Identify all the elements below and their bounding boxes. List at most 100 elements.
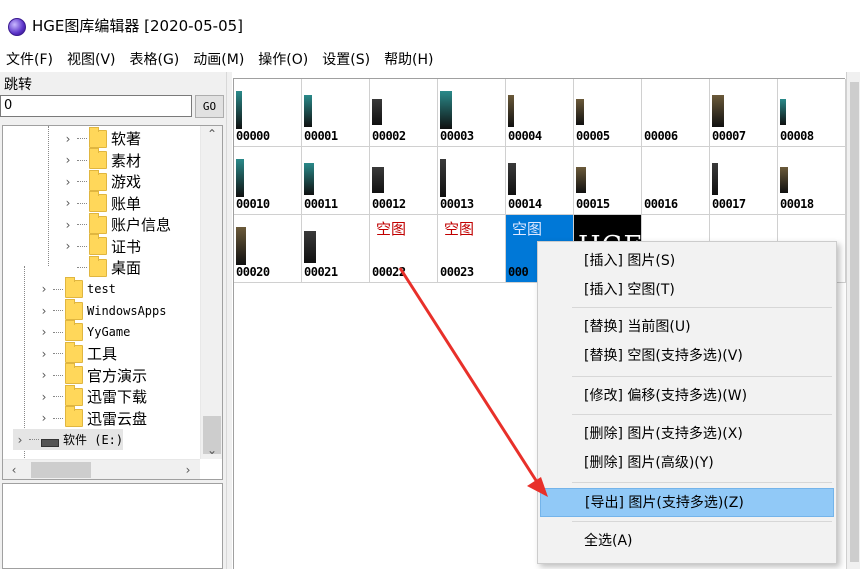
grid-cell[interactable]: 00013 xyxy=(438,147,506,215)
grid-cell[interactable]: 00012 xyxy=(370,147,438,215)
folder-icon xyxy=(65,341,83,363)
panel-splitter[interactable] xyxy=(226,72,232,569)
tree-item[interactable]: › 迅雷云盘 xyxy=(37,406,147,429)
menu-bar: 文件(F) 视图(V) 表格(G) 动画(M) 操作(O) 设置(S) 帮助(H… xyxy=(0,48,860,72)
grid-cell[interactable]: 00016 xyxy=(642,147,710,215)
tree-item[interactable]: › 软件 (E:) xyxy=(13,429,124,450)
ctx-replace-empty[interactable]: [替换] 空图(支持多选)(V) xyxy=(540,342,834,371)
menu-view[interactable]: 视图(V) xyxy=(61,48,124,72)
grid-cell[interactable]: 00017 xyxy=(710,147,778,215)
grid-cell[interactable]: 00008 xyxy=(778,79,846,147)
tree-item[interactable]: › WindowsApps xyxy=(37,298,166,321)
ctx-replace-current[interactable]: [替换] 当前图(U) xyxy=(540,313,834,342)
chevron-right-icon[interactable]: › xyxy=(61,218,75,232)
grid-cell[interactable]: 00014 xyxy=(506,147,574,215)
window-title: HGE图库编辑器 [2020-05-05] xyxy=(32,17,244,35)
ctx-modify-offset[interactable]: [修改] 偏移(支持多选)(W) xyxy=(540,382,834,411)
ctx-export-image[interactable]: [导出] 图片(支持多选)(Z) xyxy=(540,488,834,517)
tree-connector xyxy=(53,288,63,290)
grid-cell[interactable]: 00011 xyxy=(302,147,370,215)
chevron-right-icon[interactable]: › xyxy=(37,390,51,404)
tree-item[interactable]: › 证书 xyxy=(61,234,141,257)
tree-item[interactable]: › 软著 xyxy=(61,126,141,149)
scroll-right-icon[interactable]: › xyxy=(179,460,197,479)
grid-cell[interactable]: 空图 00022 xyxy=(370,215,438,283)
folder-icon xyxy=(89,234,107,255)
cell-index: 00021 xyxy=(304,265,338,279)
chevron-right-icon[interactable]: › xyxy=(61,153,75,167)
tree-item-label: YyGame xyxy=(87,325,131,339)
chevron-right-icon[interactable]: › xyxy=(61,175,75,189)
chevron-right-icon[interactable]: › xyxy=(37,282,51,296)
tree-item[interactable]: › 账户信息 xyxy=(61,212,172,235)
menu-animation[interactable]: 动画(M) xyxy=(187,48,252,72)
context-menu: [插入] 图片(S) [插入] 空图(T) [替换] 当前图(U) [替换] 空图(支… xyxy=(537,241,837,564)
menu-separator xyxy=(572,521,832,522)
tree-item[interactable]: 桌面 xyxy=(61,255,141,278)
grid-cell[interactable]: 空图 00023 xyxy=(438,215,506,283)
tree-item[interactable]: › 官方演示 xyxy=(37,363,147,386)
grid-cell[interactable]: 00020 xyxy=(234,215,302,283)
grid-cell[interactable]: 00000 xyxy=(234,79,302,147)
menu-file[interactable]: 文件(F) xyxy=(0,48,61,72)
chevron-right-icon[interactable]: › xyxy=(61,239,75,253)
menu-settings[interactable]: 设置(S) xyxy=(316,48,378,72)
tree-item-label: 账户信息 xyxy=(111,216,172,234)
chevron-right-icon[interactable]: › xyxy=(37,325,51,339)
tree-connector xyxy=(77,159,87,161)
tree-connector xyxy=(77,267,87,268)
grid-cell[interactable]: 00004 xyxy=(506,79,574,147)
folder-icon xyxy=(65,406,83,427)
ctx-insert-empty[interactable]: [插入] 空图(T) xyxy=(540,276,834,305)
tree-vertical-scrollbar[interactable]: ⌃ ⌄ xyxy=(200,126,222,459)
menu-table[interactable]: 表格(G) xyxy=(124,48,188,72)
sprite-thumbnail xyxy=(508,163,516,195)
scroll-up-icon[interactable]: ⌃ xyxy=(201,126,222,143)
folder-tree: › 软著 › 素材 › 游戏 › 账单 › 账户信息 › 证书 桌面 › test › WindowsApps ›… xyxy=(2,125,223,480)
chevron-right-icon[interactable]: › xyxy=(37,304,51,318)
grid-vscroll-thumb[interactable] xyxy=(850,82,859,562)
grid-cell[interactable]: 00005 xyxy=(574,79,642,147)
ctx-insert-image[interactable]: [插入] 图片(S) xyxy=(540,247,834,276)
tree-item[interactable]: › 账单 xyxy=(61,191,141,214)
sprite-thumbnail xyxy=(440,91,452,129)
tree-connector xyxy=(77,245,87,247)
grid-cell[interactable]: 00001 xyxy=(302,79,370,147)
menu-operation[interactable]: 操作(O) xyxy=(252,48,316,72)
jump-input[interactable]: 0 xyxy=(0,95,192,117)
tree-item[interactable]: › 游戏 xyxy=(61,169,141,192)
tree-item[interactable]: › 素材 xyxy=(61,148,141,171)
scroll-left-icon[interactable]: ‹ xyxy=(5,460,23,479)
menu-help[interactable]: 帮助(H) xyxy=(378,48,441,72)
chevron-right-icon[interactable]: › xyxy=(61,196,75,210)
tree-item[interactable]: › YyGame xyxy=(37,320,131,343)
scroll-down-icon[interactable]: ⌄ xyxy=(201,442,222,459)
grid-cell[interactable]: 00002 xyxy=(370,79,438,147)
grid-cell[interactable]: 00018 xyxy=(778,147,846,215)
grid-cell[interactable]: 00015 xyxy=(574,147,642,215)
go-button[interactable]: GO xyxy=(195,95,224,118)
ctx-select-all[interactable]: 全选(A) xyxy=(540,527,834,556)
grid-cell[interactable]: 00010 xyxy=(234,147,302,215)
grid-cell[interactable]: 00021 xyxy=(302,215,370,283)
sprite-thumbnail xyxy=(712,95,724,127)
tree-item-label: 迅雷下载 xyxy=(87,388,148,406)
cell-index: 00002 xyxy=(372,129,406,143)
ctx-delete-advanced[interactable]: [删除] 图片(高级)(Y) xyxy=(540,449,834,478)
grid-vertical-scrollbar[interactable] xyxy=(846,72,860,569)
grid-cell[interactable]: 00007 xyxy=(710,79,778,147)
tree-horizontal-scrollbar[interactable]: ‹ › xyxy=(3,459,200,479)
chevron-right-icon[interactable]: › xyxy=(37,411,51,425)
chevron-right-icon[interactable]: › xyxy=(37,347,51,361)
chevron-right-icon[interactable]: › xyxy=(37,368,51,382)
tree-item[interactable]: › test xyxy=(37,277,116,300)
tree-item[interactable]: › 迅雷下载 xyxy=(37,384,148,407)
tree-hscroll-thumb[interactable] xyxy=(31,462,91,478)
grid-cell[interactable]: 00006 xyxy=(642,79,710,147)
sprite-thumbnail xyxy=(508,95,514,127)
tree-item[interactable]: › 工具 xyxy=(37,341,117,364)
chevron-right-icon[interactable]: › xyxy=(61,132,75,146)
ctx-delete-image[interactable]: [删除] 图片(支持多选)(X) xyxy=(540,420,834,449)
chevron-right-icon[interactable]: › xyxy=(13,433,27,447)
grid-cell[interactable]: 00003 xyxy=(438,79,506,147)
